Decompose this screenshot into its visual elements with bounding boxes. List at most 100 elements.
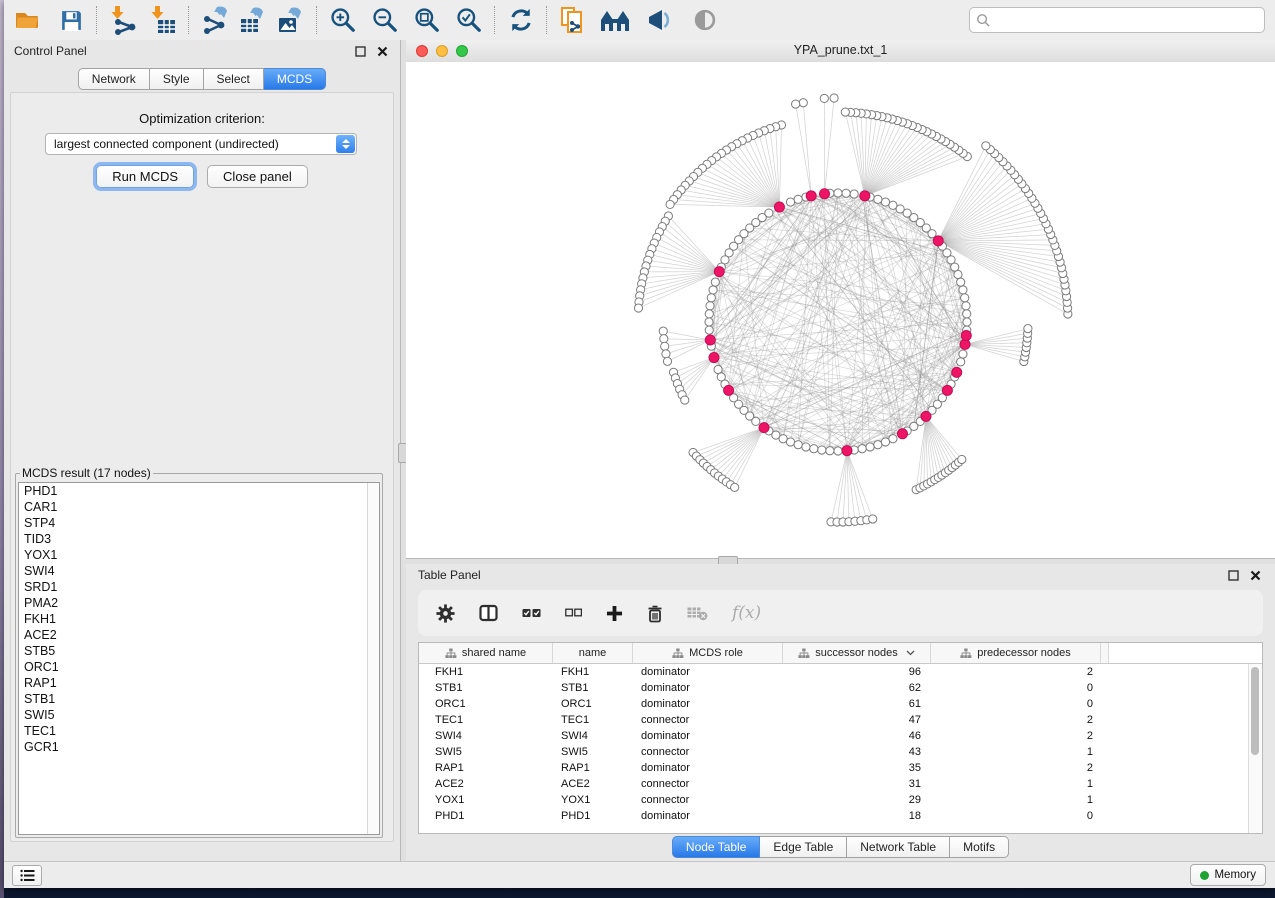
task-history-button[interactable] bbox=[12, 865, 42, 886]
export-table-icon[interactable] bbox=[236, 4, 270, 36]
close-panel-icon[interactable] bbox=[1247, 568, 1263, 582]
network-window-titlebar[interactable]: YPA_prune.txt_1 bbox=[406, 40, 1275, 63]
tab-select[interactable]: Select bbox=[204, 68, 264, 90]
cell-successor_nodes: 96 bbox=[783, 666, 931, 678]
table-row[interactable]: ORC1ORC1dominator610 bbox=[419, 696, 1262, 712]
table-row[interactable]: YOX1YOX1connector291 bbox=[419, 792, 1262, 808]
zoom-fit-icon[interactable] bbox=[410, 4, 444, 36]
tab-mcds[interactable]: MCDS bbox=[264, 68, 326, 90]
network-view-canvas[interactable] bbox=[406, 62, 1275, 558]
table-row[interactable]: TEC1TEC1connector472 bbox=[419, 712, 1262, 728]
column-header-name[interactable]: name bbox=[553, 643, 633, 663]
refresh-icon[interactable] bbox=[504, 4, 538, 36]
unselect-all-columns-icon[interactable] bbox=[565, 608, 582, 618]
mcds-result-item[interactable]: FKH1 bbox=[19, 611, 379, 627]
search-box[interactable] bbox=[969, 7, 1265, 33]
mcds-tab-content: Optimization criterion: largest connecte… bbox=[10, 92, 394, 842]
close-panel-icon[interactable] bbox=[374, 44, 390, 58]
import-network-icon[interactable] bbox=[106, 4, 140, 36]
mcds-result-item[interactable]: SWI5 bbox=[19, 707, 379, 723]
mcds-result-item[interactable]: RAP1 bbox=[19, 675, 379, 691]
search-input[interactable] bbox=[991, 12, 1264, 28]
first-neighbors-icon[interactable] bbox=[556, 4, 590, 36]
export-network-icon[interactable] bbox=[198, 4, 232, 36]
tab-style[interactable]: Style bbox=[150, 68, 204, 90]
binoculars-icon[interactable] bbox=[598, 4, 632, 36]
node-table[interactable]: shared namenameMCDS rolesuccessor nodesp… bbox=[418, 642, 1263, 834]
function-builder-icon: f(x) bbox=[732, 603, 761, 623]
table-row[interactable]: FKH1FKH1dominator962 bbox=[419, 664, 1262, 680]
table-panel: Table Panel bbox=[406, 564, 1275, 862]
tab-edge-table[interactable]: Edge Table bbox=[760, 836, 847, 858]
table-row[interactable]: SWI4SWI4dominator462 bbox=[419, 728, 1262, 744]
mcds-result-item[interactable]: GCR1 bbox=[19, 739, 379, 755]
tab-network[interactable]: Network bbox=[78, 68, 150, 90]
mcds-result-item[interactable]: ACE2 bbox=[19, 627, 379, 643]
cell-predecessor_nodes: 0 bbox=[931, 682, 1101, 694]
column-header-shared-name[interactable]: shared name bbox=[419, 643, 553, 663]
cell-shared_name: YOX1 bbox=[419, 794, 553, 806]
tab-motifs[interactable]: Motifs bbox=[950, 836, 1009, 858]
mcds-result-list[interactable]: PHD1CAR1STP4TID3YOX1SWI4SRD1PMA2FKH1ACE2… bbox=[18, 482, 380, 835]
cell-successor_nodes: 61 bbox=[783, 698, 931, 710]
tab-network-table[interactable]: Network Table bbox=[847, 836, 950, 858]
column-header-MCDS-role[interactable]: MCDS role bbox=[633, 643, 783, 663]
select-all-columns-icon[interactable] bbox=[522, 607, 541, 619]
memory-button[interactable]: Memory bbox=[1190, 864, 1266, 886]
network-graph[interactable] bbox=[406, 62, 1275, 558]
delete-column-trash-icon[interactable] bbox=[647, 604, 663, 623]
cell-predecessor_nodes: 2 bbox=[931, 762, 1101, 774]
mcds-result-item[interactable]: YOX1 bbox=[19, 547, 379, 563]
column-header-predecessor-nodes[interactable]: predecessor nodes bbox=[931, 643, 1101, 663]
table-row[interactable]: SWI5SWI5connector431 bbox=[419, 744, 1262, 760]
mcds-result-item[interactable]: PHD1 bbox=[19, 483, 379, 499]
create-column-plus-icon[interactable] bbox=[606, 605, 623, 622]
cell-predecessor_nodes: 0 bbox=[931, 810, 1101, 822]
mcds-result-item[interactable]: SRD1 bbox=[19, 579, 379, 595]
cell-mcds_role: dominator bbox=[633, 762, 783, 774]
cell-name: SWI4 bbox=[553, 730, 633, 742]
table-scrollbar[interactable] bbox=[1248, 664, 1262, 833]
search-icon bbox=[976, 13, 991, 28]
table-row[interactable]: PHD1PHD1dominator180 bbox=[419, 808, 1262, 824]
mcds-result-item[interactable]: PMA2 bbox=[19, 595, 379, 611]
tab-node-table[interactable]: Node Table bbox=[672, 836, 761, 858]
cell-shared_name: SWI4 bbox=[419, 730, 553, 742]
mcds-result-item[interactable]: STP4 bbox=[19, 515, 379, 531]
toolbar-separator bbox=[494, 6, 496, 34]
cell-shared_name: SWI5 bbox=[419, 746, 553, 758]
mcds-result-item[interactable]: TID3 bbox=[19, 531, 379, 547]
run-mcds-button[interactable]: Run MCDS bbox=[96, 165, 194, 188]
zoom-selected-icon[interactable] bbox=[452, 4, 486, 36]
close-panel-button[interactable]: Close panel bbox=[207, 165, 308, 188]
table-scrollbar-thumb[interactable] bbox=[1251, 667, 1259, 755]
tree-icon bbox=[672, 648, 684, 659]
mcds-result-item[interactable]: TEC1 bbox=[19, 723, 379, 739]
cell-predecessor_nodes: 1 bbox=[931, 778, 1101, 790]
zoom-out-icon[interactable] bbox=[368, 4, 402, 36]
mcds-result-item[interactable]: STB5 bbox=[19, 643, 379, 659]
mcds-list-scrollbar[interactable] bbox=[367, 483, 379, 834]
save-button[interactable] bbox=[54, 4, 88, 36]
mcds-result-item[interactable]: CAR1 bbox=[19, 499, 379, 515]
open-file-button[interactable] bbox=[10, 4, 44, 36]
column-view-icon[interactable] bbox=[479, 604, 498, 622]
hide-labels-icon[interactable] bbox=[642, 4, 676, 36]
optimization-criterion-select[interactable]: largest connected component (undirected) bbox=[45, 133, 357, 155]
zoom-in-icon[interactable] bbox=[326, 4, 360, 36]
mcds-result-item[interactable]: ORC1 bbox=[19, 659, 379, 675]
mcds-result-item[interactable]: SWI4 bbox=[19, 563, 379, 579]
float-panel-icon[interactable] bbox=[352, 44, 368, 58]
export-image-icon[interactable] bbox=[274, 4, 308, 36]
float-panel-icon[interactable] bbox=[1225, 568, 1241, 582]
table-row[interactable]: STB1STB1dominator620 bbox=[419, 680, 1262, 696]
column-header-successor-nodes[interactable]: successor nodes bbox=[783, 643, 931, 663]
table-settings-gear-icon[interactable] bbox=[436, 604, 455, 623]
mcds-result-item[interactable]: STB1 bbox=[19, 691, 379, 707]
delete-table-icon bbox=[687, 606, 708, 621]
table-row[interactable]: ACE2ACE2connector311 bbox=[419, 776, 1262, 792]
cell-shared_name: TEC1 bbox=[419, 714, 553, 726]
table-row[interactable]: RAP1RAP1dominator352 bbox=[419, 760, 1262, 776]
import-table-icon[interactable] bbox=[146, 4, 180, 36]
cell-successor_nodes: 43 bbox=[783, 746, 931, 758]
